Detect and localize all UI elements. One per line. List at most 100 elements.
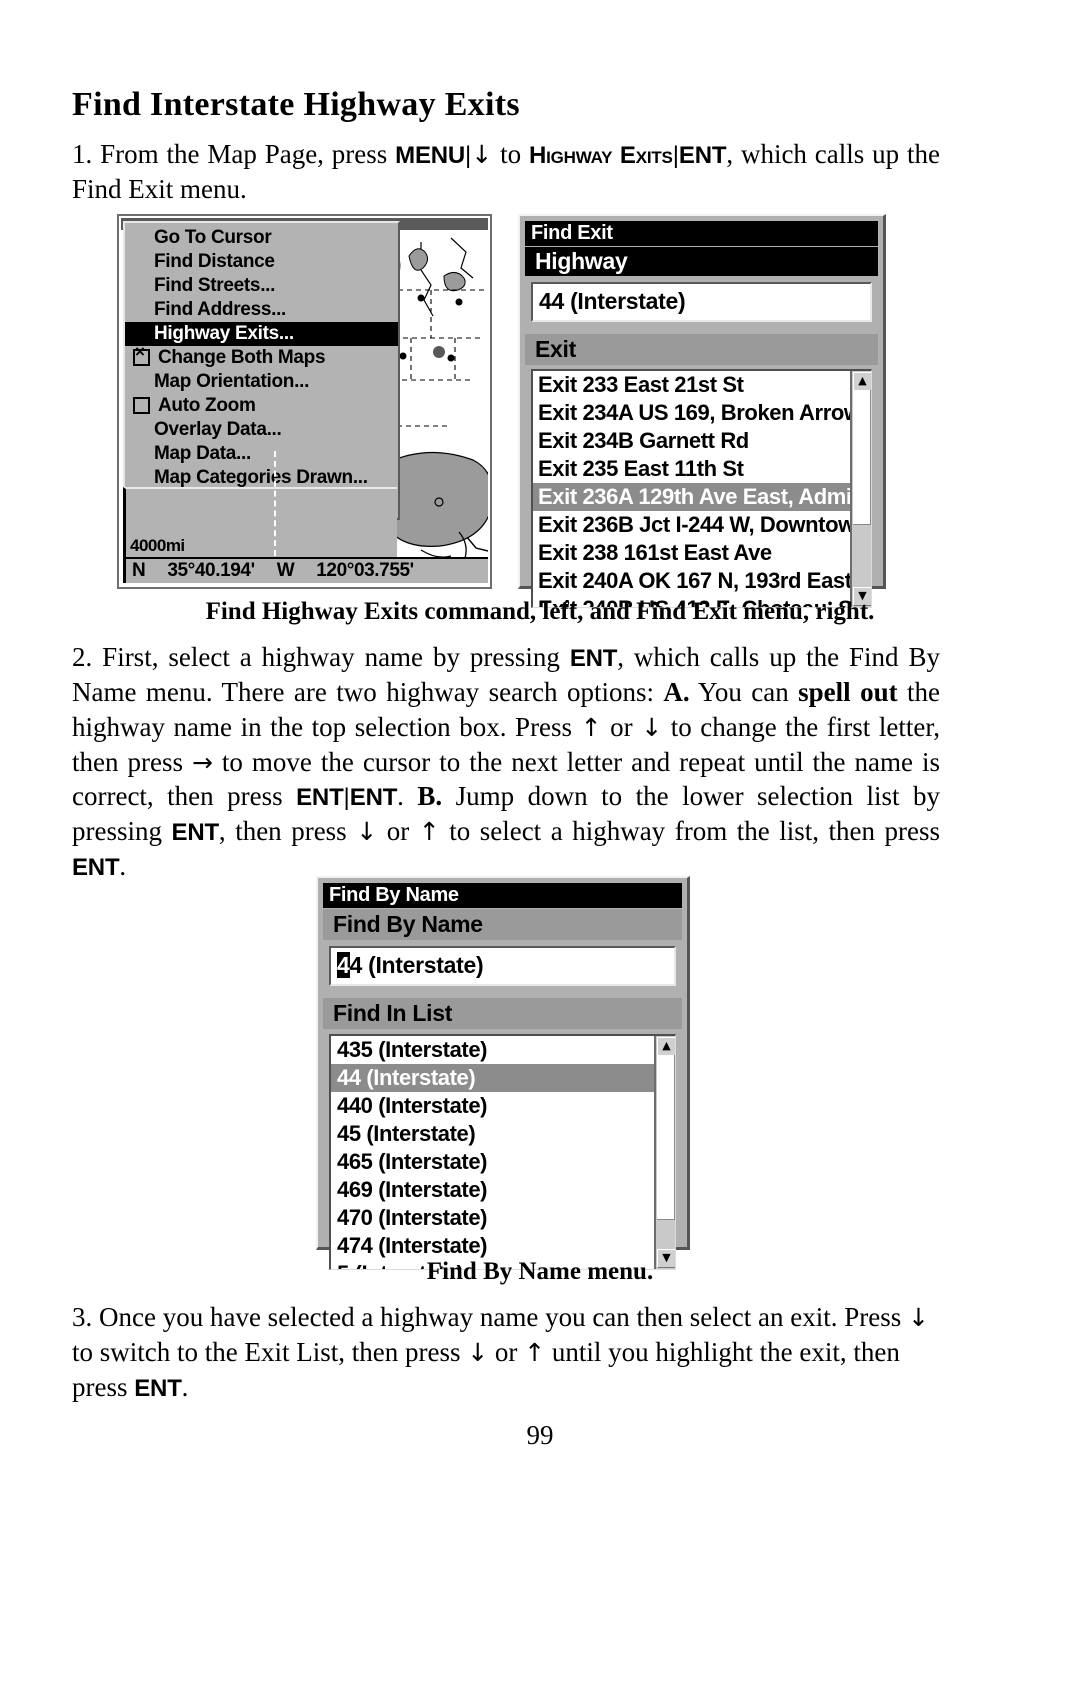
- p3-text-c: or: [488, 1336, 525, 1367]
- map-scale-label: 4000mi: [130, 536, 185, 555]
- find-by-name-input[interactable]: 44 (Interstate): [329, 946, 676, 987]
- down-arrow-icon: ↓: [641, 712, 663, 742]
- find-in-list[interactable]: 435 (Interstate) 44 (Interstate) 440 (In…: [329, 1034, 676, 1271]
- menu-item-label: Map Orientation...: [154, 371, 310, 392]
- page-content: Find Interstate Highway Exits 1. From th…: [72, 86, 940, 207]
- paragraph-3-block: 3. Once you have selected a highway name…: [72, 1300, 940, 1405]
- exit-list[interactable]: Exit 233 East 21st St Exit 234A US 169, …: [531, 369, 872, 609]
- checkbox-unchecked-icon[interactable]: [133, 397, 150, 414]
- menu-item-label: Find Distance: [154, 251, 275, 272]
- latitude-hemisphere: N: [132, 560, 146, 581]
- menu-item-map-data[interactable]: Map Data...: [125, 442, 398, 466]
- list-item[interactable]: Exit 234B Garnett Rd: [533, 427, 871, 455]
- checkbox-checked-icon[interactable]: [133, 345, 150, 366]
- scrollbar-thumb[interactable]: [853, 390, 871, 526]
- menu-item-highway-exits[interactable]: Highway Exits...: [125, 322, 398, 346]
- list-item[interactable]: 45 (Interstate): [331, 1120, 675, 1148]
- ent-key-label: ENT: [134, 1374, 182, 1402]
- list-item[interactable]: Exit 240A OK 167 N, 193rd East Av: [533, 567, 871, 595]
- menu-item-map-orientation[interactable]: Map Orientation...: [125, 370, 398, 394]
- list-item[interactable]: Exit 233 East 21st St: [533, 371, 871, 399]
- list-item[interactable]: 474 (Interstate): [331, 1232, 675, 1260]
- highway-section-header: Highway: [525, 247, 878, 277]
- list-item[interactable]: Exit 235 East 11th St: [533, 455, 871, 483]
- up-arrow-icon: ↑: [418, 817, 440, 847]
- menu-item-label: Overlay Data...: [154, 419, 282, 440]
- figure-caption-1: Find Highway Exits command, left, and Fi…: [205, 598, 875, 625]
- p2-text-m: .: [119, 851, 127, 882]
- down-arrow-icon: ↓: [471, 140, 493, 170]
- menu-item-overlay-data[interactable]: Overlay Data...: [125, 418, 398, 442]
- menu-item-label: Map Data...: [154, 443, 251, 464]
- p3-text-e: .: [181, 1371, 189, 1402]
- menu-key-label: MENU: [395, 142, 466, 170]
- spell-out-emphasis: spell out: [798, 676, 898, 707]
- p3-text-a: 3. Once you have selected a highway name…: [72, 1302, 908, 1332]
- ent-key-label: ENT: [678, 142, 727, 170]
- menu-item-label: Auto Zoom: [158, 395, 256, 416]
- menu-item-label: Find Streets...: [154, 275, 276, 296]
- menu-item-find-distance[interactable]: Find Distance: [125, 250, 398, 274]
- map-coordinate-bar: N 35°40.194' W 120°03.755': [123, 557, 488, 583]
- find-by-name-section-header: Find By Name: [323, 909, 682, 941]
- p2-text-j: , then press: [218, 816, 357, 847]
- find-in-list-scrollbar[interactable]: ▲ ▼: [654, 1036, 675, 1270]
- menu-item-auto-zoom[interactable]: Auto Zoom: [125, 394, 398, 418]
- p2-text-l: to select a highway from the list, then …: [439, 816, 940, 847]
- find-exit-window-title: Find Exit: [525, 221, 878, 246]
- document-page: Find Interstate Highway Exits 1. From th…: [0, 0, 1080, 1682]
- scroll-up-arrow-icon[interactable]: ▲: [853, 372, 871, 392]
- p2-text-e: or: [601, 711, 642, 742]
- scrollbar-thumb[interactable]: [657, 1055, 675, 1221]
- page-title: Find Interstate Highway Exits: [72, 86, 520, 123]
- find-in-list-header: Find In List: [323, 998, 682, 1030]
- list-item[interactable]: 469 (Interstate): [331, 1176, 675, 1204]
- list-item[interactable]: 440 (Interstate): [331, 1092, 675, 1120]
- find-by-name-window-title: Find By Name: [323, 883, 682, 908]
- list-item[interactable]: 435 (Interstate): [331, 1036, 675, 1064]
- list-item[interactable]: Exit 238 161st East Ave: [533, 539, 871, 567]
- down-arrow-icon: ↓: [356, 817, 378, 847]
- figure-caption-2: Find By Name menu.: [426, 1258, 654, 1285]
- down-arrow-icon: ↓: [467, 1337, 489, 1367]
- menu-item-label: Highway Exits...: [154, 323, 294, 344]
- list-item[interactable]: Exit 234A US 169, Broken Arrow, O: [533, 399, 871, 427]
- scroll-up-arrow-icon[interactable]: ▲: [657, 1037, 675, 1057]
- map-options-menu[interactable]: Go To Cursor Find Distance Find Streets.…: [123, 221, 400, 520]
- menu-item-find-address[interactable]: Find Address...: [125, 298, 398, 322]
- paragraph-step-2: 2. First, select a highway name by press…: [72, 640, 940, 884]
- option-a-label: A.: [663, 676, 690, 707]
- p2-text-h: .: [397, 781, 418, 812]
- latitude-value: 35°40.194': [167, 560, 255, 581]
- list-item-selected[interactable]: Exit 236A 129th Ave East, Admiral: [533, 483, 871, 512]
- page-number: 99: [526, 1420, 554, 1450]
- list-item[interactable]: Exit 236B Jct I-244 W, Downtown: [533, 511, 871, 539]
- menu-item-change-both-maps[interactable]: Change Both Maps: [125, 345, 398, 370]
- highway-value-field[interactable]: 44 (Interstate): [531, 282, 872, 323]
- p2-text-a: 2. First, select a highway name by press…: [72, 642, 570, 672]
- up-arrow-icon: ↑: [524, 1337, 546, 1367]
- p2-text-c: You can: [689, 676, 799, 707]
- figure-find-exit-menu: Find Exit Highway 44 (Interstate) Exit E…: [518, 214, 886, 609]
- list-item[interactable]: 465 (Interstate): [331, 1148, 675, 1176]
- longitude-value: 120°03.755': [316, 560, 414, 581]
- list-item[interactable]: 470 (Interstate): [331, 1204, 675, 1232]
- right-arrow-icon: →: [191, 747, 213, 777]
- menu-item-go-to-cursor[interactable]: Go To Cursor: [125, 226, 398, 250]
- map-page-screen: d s co Go To Cursor Find Distance Find S…: [121, 218, 488, 585]
- ent-key-label: ENT: [569, 645, 618, 672]
- up-arrow-icon: ↑: [580, 712, 602, 742]
- p1-text-a: 1. From the Map Page, press: [72, 139, 396, 170]
- list-item-selected[interactable]: 44 (Interstate): [331, 1064, 675, 1093]
- exit-list-scrollbar[interactable]: ▲ ▼: [850, 371, 871, 608]
- map-scale-strip: 4000mi: [123, 451, 397, 557]
- paragraph-2-block: 2. First, select a highway name by press…: [72, 640, 940, 884]
- longitude-hemisphere: W: [276, 560, 295, 581]
- exit-section-header: Exit: [525, 334, 878, 366]
- menu-item-find-streets[interactable]: Find Streets...: [125, 274, 398, 298]
- highway-exits-key-label: Highway Exits: [528, 142, 673, 170]
- ent-key-label: ENT: [171, 819, 220, 847]
- ent-key-label: ENT: [296, 784, 344, 812]
- menu-item-label: Change Both Maps: [158, 347, 326, 368]
- figure-find-by-name-menu: Find By Name Find By Name 44 (Interstate…: [316, 876, 690, 1271]
